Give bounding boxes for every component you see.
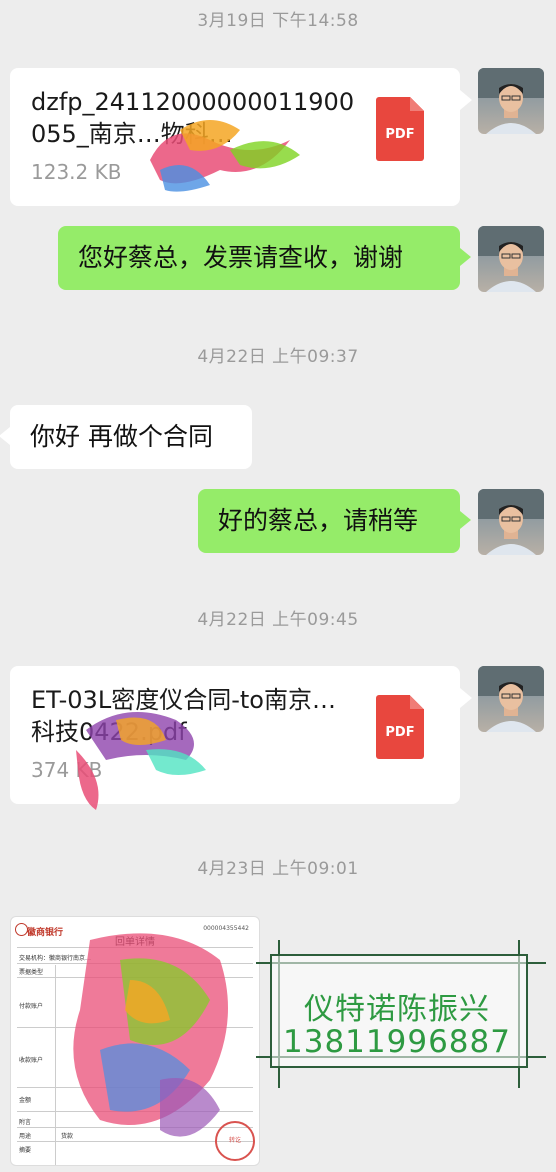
receipt-label: 摘要 <box>19 1147 32 1154</box>
sent-message[interactable]: 好的蔡总，请稍等 <box>198 489 471 553</box>
pdf-icon: PDF <box>376 695 424 759</box>
file-message[interactable]: dzfp_24112000000011900055_南京…物科… 123.2 K… <box>10 68 472 206</box>
avatar[interactable] <box>478 666 544 732</box>
receipt-number: 000004355442 <box>203 925 249 932</box>
file-name: dzfp_24112000000011900055_南京…物科… <box>31 88 355 148</box>
watermark: 仪特诺陈振兴 13811996887 <box>256 940 546 1088</box>
timestamp: 3月19日 下午14:58 <box>197 11 359 31</box>
watermark-name: 仪特诺陈振兴 <box>304 992 490 1027</box>
receipt-label: 用途 <box>19 1133 32 1140</box>
file-size: 123.2 KB <box>31 160 122 184</box>
divider <box>17 947 253 948</box>
avatar[interactable] <box>478 489 544 555</box>
sent-message[interactable]: 您好蔡总，发票请查收，谢谢 <box>58 226 471 290</box>
divider <box>17 1027 253 1028</box>
received-message[interactable]: 你好 再做个合同 <box>0 405 252 469</box>
avatar[interactable] <box>478 68 544 134</box>
timestamp: 4月22日 上午09:45 <box>197 610 359 630</box>
receipt-label: 交易机构：徽商银行南京… <box>19 955 92 962</box>
watermark-phone: 13811996887 <box>283 1024 511 1060</box>
bank-stamp: 转讫 <box>215 1121 255 1161</box>
timestamp: 4月22日 上午09:37 <box>197 347 359 367</box>
receipt-value: 货款 <box>61 1133 74 1140</box>
avatar[interactable] <box>478 226 544 292</box>
file-name: ET-03L密度仪合同-to南京…科技0422.pdf <box>31 686 336 746</box>
timestamp: 4月23日 上午09:01 <box>197 859 359 879</box>
file-size: 374 KB <box>31 758 103 782</box>
receipt-label: 付款账户 <box>19 1003 44 1010</box>
divider <box>55 965 56 1165</box>
divider <box>17 1087 253 1088</box>
divider <box>17 963 253 964</box>
divider <box>17 1127 253 1128</box>
receipt-title: 回单详情 <box>115 937 155 948</box>
divider <box>17 977 253 978</box>
divider <box>17 1111 253 1112</box>
receipt-label: 附言 <box>19 1119 32 1126</box>
receipt-image[interactable]: 徽商银行 000004355442 回单详情 交易机构：徽商银行南京… 票据类型… <box>10 916 260 1166</box>
receipt-label: 金额 <box>19 1097 32 1104</box>
file-message[interactable]: ET-03L密度仪合同-to南京…科技0422.pdf 374 KB PDF <box>10 666 472 804</box>
receipt-label: 收款账户 <box>19 1057 44 1064</box>
receipt-label: 票据类型 <box>19 969 44 976</box>
pdf-icon: PDF <box>376 97 424 161</box>
